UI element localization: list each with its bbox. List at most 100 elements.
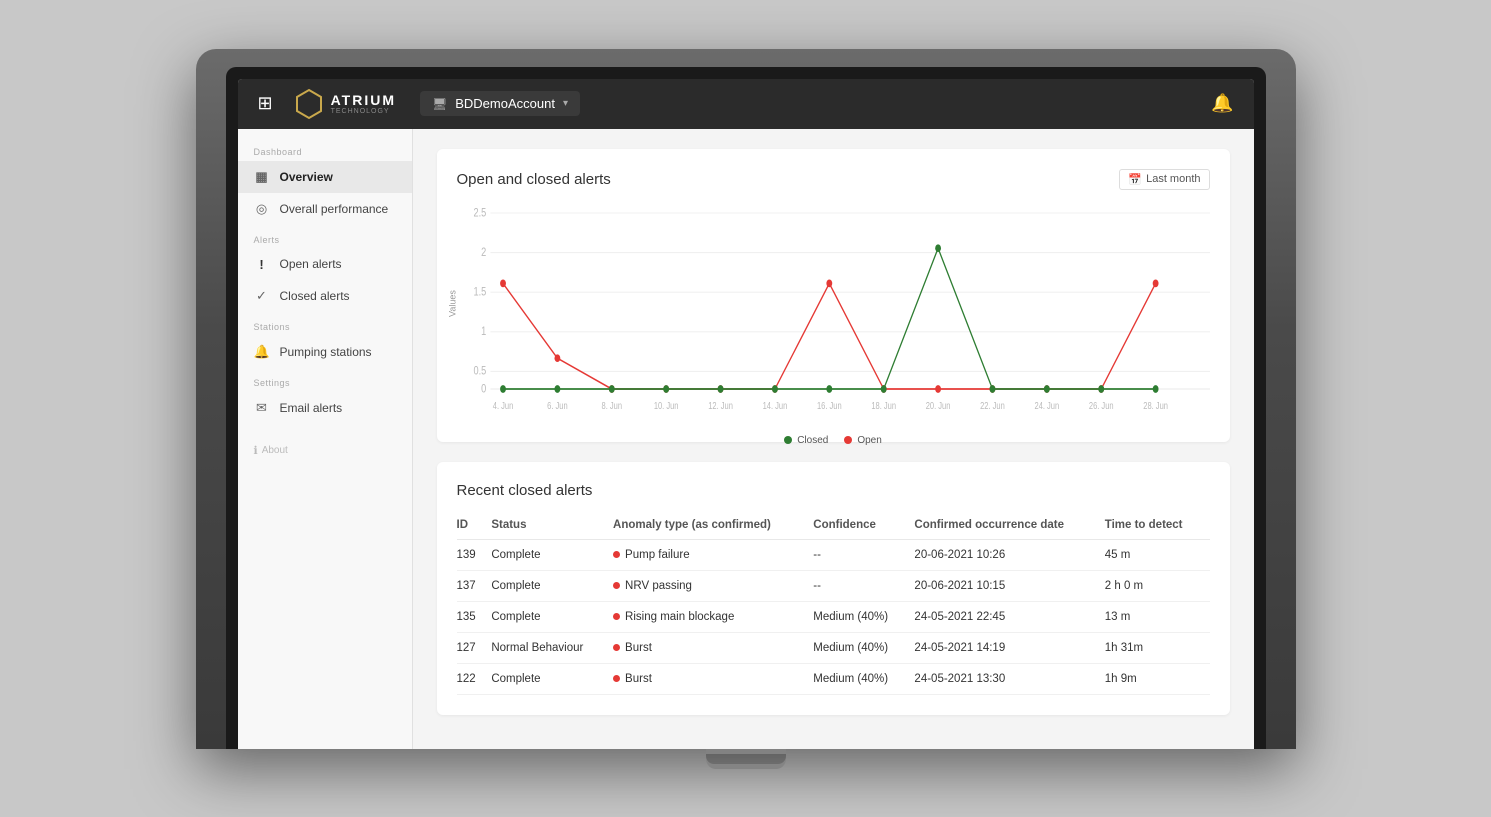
main-content: Open and closed alerts 📅 Last month Valu… [413,129,1254,749]
sidebar-item-overview-label: Overview [280,170,333,184]
open-legend-dot [844,436,852,444]
sidebar-item-open-alerts[interactable]: ! Open alerts [238,249,412,280]
pumping-icon: 🔔 [254,344,270,360]
overview-icon: ▦ [254,169,270,185]
cell-id: 127 [457,632,492,663]
recent-alerts-title: Recent closed alerts [457,482,1210,499]
cell-id: 139 [457,539,492,570]
svg-text:18. Jun: 18. Jun [871,399,896,410]
cell-status: Complete [491,663,613,694]
app-subtitle: TECHNOLOGY [331,108,396,115]
anomaly-dot [613,613,620,620]
chart-legend: Closed Open [457,435,1210,446]
chart-svg: 2.5 2 1.5 1 0.5 0 4. Jun 6. Jun [457,202,1210,422]
svg-text:14. Jun: 14. Jun [762,399,787,410]
anomaly-dot [613,675,620,682]
svg-text:4. Jun: 4. Jun [492,399,513,410]
anomaly-dot [613,551,620,558]
cell-id: 135 [457,601,492,632]
sidebar-item-overall-performance[interactable]: ◎ Overall performance [238,193,412,225]
closed-alerts-icon: ✓ [254,288,270,304]
svg-text:28. Jun: 28. Jun [1143,399,1168,410]
cell-anomaly: Burst [613,663,813,694]
sidebar-item-pumping-label: Pumping stations [280,345,372,359]
notifications-bell-icon[interactable]: 🔔 [1211,93,1233,114]
svg-text:24. Jun: 24. Jun [1034,399,1059,410]
y-axis-label: Values [447,290,457,317]
cell-time: 45 m [1105,539,1210,570]
cell-anomaly: Burst [613,632,813,663]
table-row[interactable]: 122 Complete Burst Medium (40%) 24-05-20… [457,663,1210,694]
logo-hex-icon [293,88,325,120]
sidebar-section-stations: Stations [238,312,412,336]
col-confidence: Confidence [813,513,914,540]
cell-status: Complete [491,601,613,632]
alerts-table: ID Status Anomaly type (as confirmed) Co… [457,513,1210,695]
account-name: BDDemoAccount [455,96,555,111]
grid-icon[interactable]: ⊞ [258,93,273,114]
svg-text:0.5: 0.5 [473,364,486,378]
about-link[interactable]: ℹ About [238,424,412,463]
sidebar-item-closed-alerts-label: Closed alerts [280,289,350,303]
table-row[interactable]: 137 Complete NRV passing -- 20-06-2021 1… [457,570,1210,601]
svg-text:1: 1 [481,324,486,338]
table-row[interactable]: 135 Complete Rising main blockage Medium… [457,601,1210,632]
cell-status: Normal Behaviour [491,632,613,663]
col-time: Time to detect [1105,513,1210,540]
performance-icon: ◎ [254,201,270,217]
sidebar-item-performance-label: Overall performance [280,202,389,216]
table-row[interactable]: 127 Normal Behaviour Burst Medium (40%) … [457,632,1210,663]
closed-legend-label: Closed [797,435,828,446]
cell-time: 2 h 0 m [1105,570,1210,601]
col-date: Confirmed occurrence date [914,513,1104,540]
cell-date: 24-05-2021 14:19 [914,632,1104,663]
sidebar-item-closed-alerts[interactable]: ✓ Closed alerts [238,280,412,312]
table-row[interactable]: 139 Complete Pump failure -- 20-06-2021 … [457,539,1210,570]
cell-confidence: -- [813,539,914,570]
svg-text:6. Jun: 6. Jun [547,399,568,410]
cell-id: 137 [457,570,492,601]
cell-time: 13 m [1105,601,1210,632]
col-anomaly: Anomaly type (as confirmed) [613,513,813,540]
cell-status: Complete [491,570,613,601]
sidebar-section-alerts: Alerts [238,225,412,249]
svg-text:20. Jun: 20. Jun [925,399,950,410]
closed-legend-dot [784,436,792,444]
cell-confidence: -- [813,570,914,601]
anomaly-dot [613,644,620,651]
sidebar-item-email-alerts[interactable]: ✉ Email alerts [238,392,412,424]
info-icon: ℹ [254,444,258,457]
svg-text:8. Jun: 8. Jun [601,399,622,410]
col-id: ID [457,513,492,540]
cell-anomaly: Pump failure [613,539,813,570]
svg-text:2: 2 [481,245,486,259]
svg-text:1.5: 1.5 [473,285,486,299]
cell-confidence: Medium (40%) [813,632,914,663]
sidebar: Dashboard ▦ Overview ◎ Overall performan… [238,129,413,749]
app-logo: ATRIUM TECHNOLOGY [293,88,396,120]
sidebar-item-pumping-stations[interactable]: 🔔 Pumping stations [238,336,412,368]
cell-date: 24-05-2021 13:30 [914,663,1104,694]
legend-open: Open [844,435,881,446]
cell-date: 24-05-2021 22:45 [914,601,1104,632]
open-alerts-icon: ! [254,257,270,272]
cell-date: 20-06-2021 10:26 [914,539,1104,570]
cell-anomaly: NRV passing [613,570,813,601]
about-label: About [262,445,288,456]
cell-confidence: Medium (40%) [813,663,914,694]
chart-card: Open and closed alerts 📅 Last month Valu… [437,149,1230,442]
filter-label: Last month [1146,173,1200,185]
filter-button[interactable]: 📅 Last month [1119,169,1209,190]
calendar-icon: 📅 [1128,173,1142,186]
account-selector[interactable]: 🖥 BDDemoAccount ▾ [420,91,580,116]
email-icon: ✉ [254,400,270,416]
sidebar-section-dashboard: Dashboard [238,137,412,161]
cell-time: 1h 9m [1105,663,1210,694]
cell-time: 1h 31m [1105,632,1210,663]
sidebar-item-overview[interactable]: ▦ Overview [238,161,412,193]
sidebar-section-settings: Settings [238,368,412,392]
svg-text:10. Jun: 10. Jun [653,399,678,410]
legend-closed: Closed [784,435,828,446]
svg-text:2.5: 2.5 [473,206,486,220]
sidebar-item-email-label: Email alerts [280,401,343,415]
